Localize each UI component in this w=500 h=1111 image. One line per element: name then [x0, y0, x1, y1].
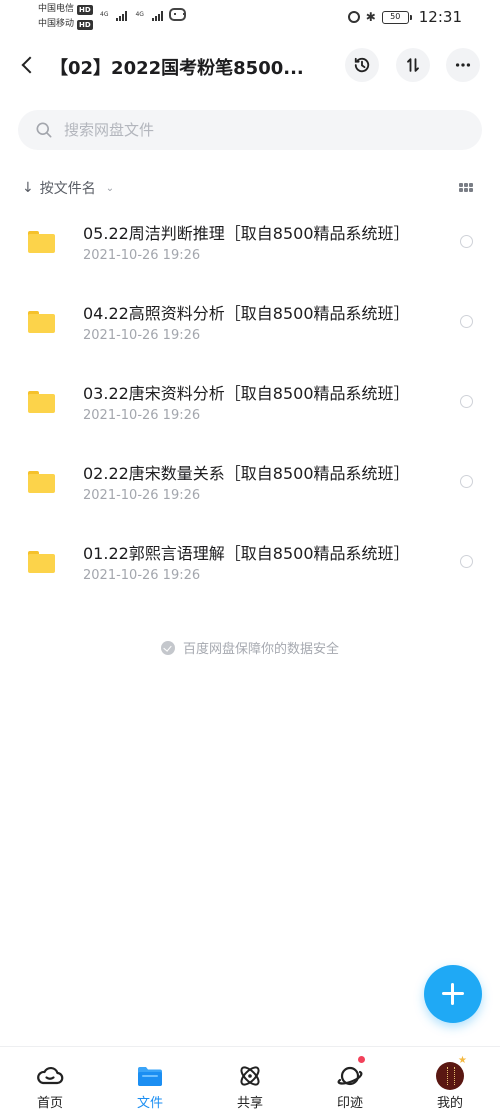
sort-button[interactable]: ↓ 按文件名 ⌄: [22, 178, 114, 198]
more-icon: [455, 63, 471, 67]
folder-icon: [28, 231, 55, 253]
safety-text: 百度网盘保障你的数据安全: [182, 642, 339, 657]
nav-share[interactable]: 共享: [200, 1047, 300, 1111]
planet-icon: [337, 1066, 363, 1085]
transfer-button[interactable]: [396, 48, 430, 82]
select-radio[interactable]: [460, 395, 473, 408]
folder-icon: [28, 311, 55, 333]
signal-group: 4G 4G: [98, 8, 186, 21]
file-name: 04.22高照资料分析［取自8500精品系统班］: [83, 304, 410, 323]
page-title: 【02】2022国考粉笔8500...: [50, 58, 304, 79]
file-date: 2021-10-26 19:26: [83, 568, 201, 583]
chevron-down-icon: ⌄: [105, 182, 115, 194]
file-row[interactable]: 05.22周洁判断推理［取自8500精品系统班］ 2021-10-26 19:2…: [0, 210, 500, 290]
nav-footprint[interactable]: 印迹: [300, 1047, 400, 1111]
safety-note: 百度网盘保障你的数据安全: [0, 638, 500, 657]
sort-row: ↓ 按文件名 ⌄: [0, 176, 500, 200]
search-input[interactable]: [62, 120, 446, 140]
nav-files[interactable]: 文件: [100, 1047, 200, 1111]
network-type-2: 4G: [135, 11, 144, 18]
folder-icon: [28, 471, 55, 493]
signal-icon: [151, 11, 163, 21]
nav-label: 文件: [136, 1096, 163, 1111]
file-name: 02.22唐宋数量关系［取自8500精品系统班］: [83, 464, 410, 483]
add-button[interactable]: [424, 965, 482, 1023]
grid-view-icon[interactable]: [459, 183, 473, 193]
file-row[interactable]: 02.22唐宋数量关系［取自8500精品系统班］ 2021-10-26 19:2…: [0, 450, 500, 530]
signal-icon: [116, 11, 128, 21]
file-row[interactable]: 01.22郭熙言语理解［取自8500精品系统班］ 2021-10-26 19:2…: [0, 530, 500, 610]
notification-dot: [358, 1056, 365, 1063]
file-row[interactable]: 04.22高照资料分析［取自8500精品系统班］ 2021-10-26 19:2…: [0, 290, 500, 370]
status-bar: 中国电信 HD 中国移动 HD 4G 4G ✱ 50 12:31: [0, 0, 500, 34]
alarm-icon: [347, 11, 360, 23]
file-name: 03.22唐宋资料分析［取自8500精品系统班］: [83, 384, 410, 403]
file-date: 2021-10-26 19:26: [83, 248, 201, 263]
history-button[interactable]: [345, 48, 379, 82]
share-atom-icon: [240, 1065, 260, 1086]
clock: 12:31: [418, 8, 462, 26]
hd-badge: HD: [77, 19, 93, 30]
carrier-2: 中国移动: [38, 19, 75, 29]
history-icon: [354, 57, 370, 73]
file-date: 2021-10-26 19:26: [83, 408, 201, 423]
folder-icon: [138, 1066, 162, 1086]
header: 【02】2022国考粉笔8500...: [0, 44, 500, 88]
file-row[interactable]: 03.22唐宋资料分析［取自8500精品系统班］ 2021-10-26 19:2…: [0, 370, 500, 450]
sort-arrow-icon: ↓: [22, 180, 34, 196]
file-name: 01.22郭熙言语理解［取自8500精品系统班］: [83, 544, 410, 563]
select-radio[interactable]: [460, 315, 473, 328]
file-date: 2021-10-26 19:26: [83, 488, 201, 503]
carrier-info: 中国电信 HD 中国移动 HD: [38, 2, 93, 32]
file-name: 05.22周洁判断推理［取自8500精品系统班］: [83, 224, 410, 243]
search-icon: [36, 122, 52, 138]
folder-icon: [28, 391, 55, 413]
nav-label: 我的: [436, 1096, 463, 1111]
shield-icon: [160, 640, 175, 655]
bluetooth-icon: ✱: [365, 10, 376, 24]
search-bar[interactable]: [18, 110, 482, 150]
battery-icon: 50: [381, 10, 412, 24]
nav-me[interactable]: ★ 我的: [400, 1047, 500, 1111]
select-radio[interactable]: [460, 235, 473, 248]
file-list: 05.22周洁判断推理［取自8500精品系统班］ 2021-10-26 19:2…: [0, 210, 500, 610]
network-type-1: 4G: [100, 11, 109, 18]
status-right: ✱ 50 12:31: [347, 8, 462, 26]
crown-icon: ★: [458, 1055, 467, 1066]
select-radio[interactable]: [460, 475, 473, 488]
carrier-1: 中国电信: [38, 4, 75, 14]
nav-label: 首页: [36, 1096, 63, 1111]
folder-icon: [28, 551, 55, 573]
home-cloud-icon: [37, 1066, 64, 1084]
hd-badge: HD: [77, 4, 93, 15]
select-radio[interactable]: [460, 555, 473, 568]
bottom-nav: 首页 文件 共享 印迹 ★ 我的: [0, 1046, 500, 1111]
nav-home[interactable]: 首页: [0, 1047, 100, 1111]
nav-label: 印迹: [336, 1096, 363, 1111]
sort-label: 按文件名: [39, 181, 96, 197]
file-date: 2021-10-26 19:26: [83, 328, 201, 343]
back-icon[interactable]: [18, 55, 38, 75]
nav-label: 共享: [236, 1096, 263, 1111]
transfer-icon: [407, 58, 419, 72]
more-button[interactable]: [446, 48, 480, 82]
robot-icon: [168, 8, 186, 21]
